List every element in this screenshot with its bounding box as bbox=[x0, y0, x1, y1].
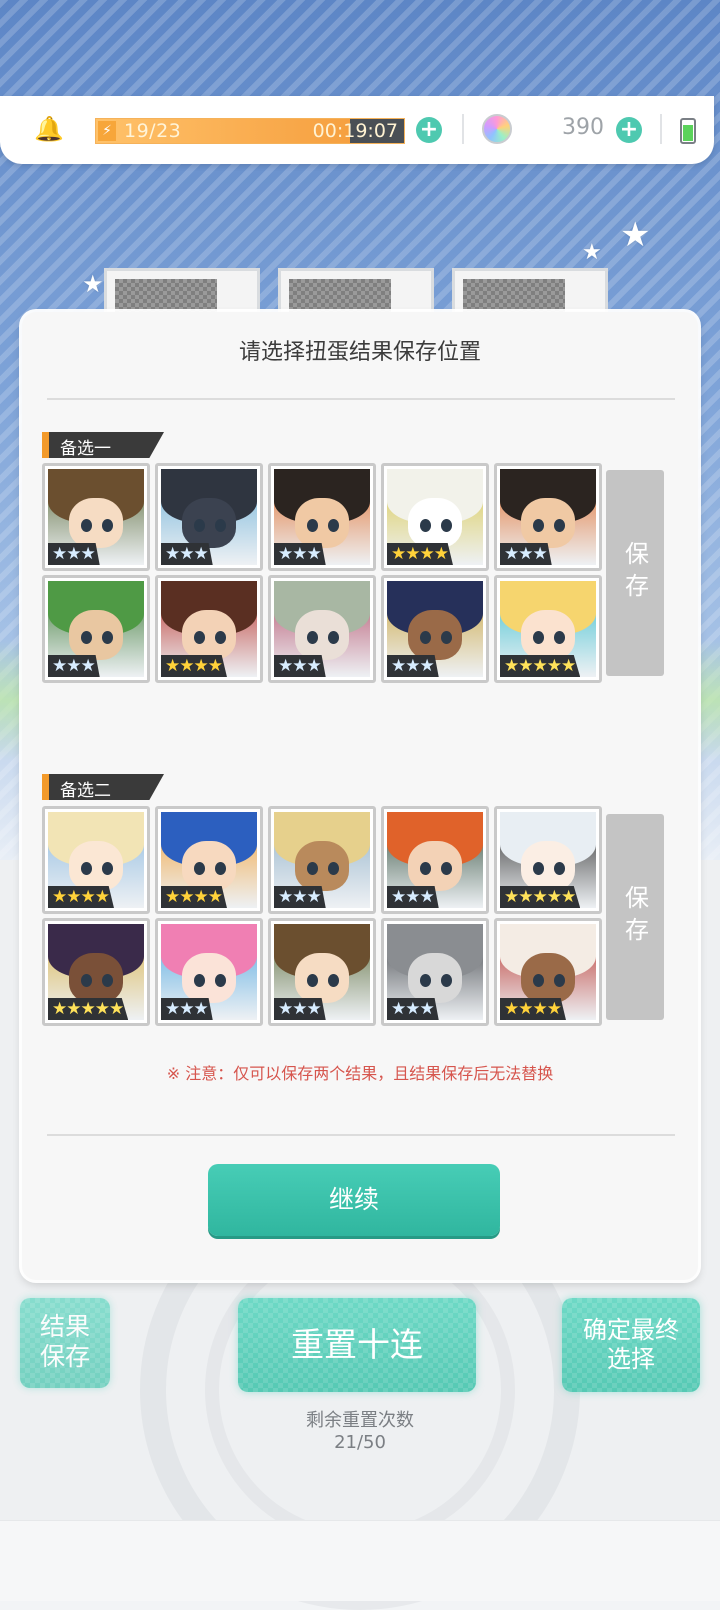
notice-text: ※ 注意：仅可以保存两个结果，且结果保存后无法替换 bbox=[166, 1064, 554, 1083]
add-stamina-button[interactable]: + bbox=[416, 117, 442, 143]
stamina-value: 19/23 bbox=[124, 120, 182, 142]
star-rating: ★★★★★ bbox=[500, 886, 581, 908]
character-card[interactable]: ★★★ bbox=[494, 463, 602, 571]
character-face bbox=[408, 952, 462, 1003]
star-rating: ★★★★ bbox=[387, 543, 453, 565]
character-face bbox=[182, 497, 236, 548]
character-face bbox=[69, 497, 123, 548]
star-rating: ★★★ bbox=[500, 543, 552, 565]
character-card[interactable]: ★★★★ bbox=[381, 463, 489, 571]
character-face bbox=[295, 952, 349, 1003]
character-face bbox=[408, 609, 462, 660]
character-card[interactable]: ★★★ bbox=[381, 918, 489, 1026]
character-card[interactable]: ★★★★ bbox=[494, 918, 602, 1026]
star-decoration: ★ bbox=[82, 270, 104, 298]
save-result-button[interactable]: 结果保存 bbox=[20, 1298, 110, 1388]
result-grid-option-two: ★★★★ ★★★★ ★★★ ★★★ ★★★★★ ★★★★★ ★★★ ★★★ ★★★ ★★★★ bbox=[42, 806, 602, 1026]
star-rating: ★★★ bbox=[274, 886, 326, 908]
star-decoration: ★ bbox=[620, 215, 651, 255]
gem-count: 390 bbox=[562, 115, 604, 140]
star-rating: ★★★ bbox=[387, 655, 439, 677]
gem-icon bbox=[482, 114, 512, 144]
character-card[interactable]: ★★★ bbox=[381, 575, 489, 683]
star-rating: ★★★★ bbox=[500, 998, 566, 1020]
stamina-bar: ⚡ 19/23 00:19:07 bbox=[95, 118, 405, 144]
character-card[interactable]: ★★★★★ bbox=[494, 806, 602, 914]
character-card[interactable]: ★★★★★ bbox=[42, 918, 150, 1026]
character-face bbox=[521, 497, 575, 548]
star-rating: ★★★ bbox=[48, 655, 100, 677]
character-face bbox=[408, 840, 462, 891]
star-decoration: ★ bbox=[582, 240, 602, 265]
save-result-label: 结果保存 bbox=[39, 1312, 90, 1371]
star-rating: ★★★ bbox=[387, 998, 439, 1020]
section-label: 备选二 bbox=[60, 781, 111, 801]
character-face bbox=[295, 497, 349, 548]
character-face bbox=[295, 840, 349, 891]
character-face bbox=[182, 952, 236, 1003]
character-card[interactable]: ★★★ bbox=[155, 463, 263, 571]
character-card[interactable]: ★★★ bbox=[268, 463, 376, 571]
bell-icon[interactable]: 🔔 bbox=[34, 116, 64, 142]
character-card[interactable]: ★★★★ bbox=[155, 806, 263, 914]
character-face bbox=[182, 609, 236, 660]
confirm-final-choice-button[interactable]: 确定最终选择 bbox=[562, 1298, 700, 1392]
result-grid-option-one: ★★★ ★★★ ★★★ ★★★★ ★★★ ★★★ ★★★★ ★★★ ★★★ ★★★★★ bbox=[42, 463, 602, 683]
star-rating: ★★★★★ bbox=[500, 655, 581, 677]
character-card[interactable]: ★★★ bbox=[268, 806, 376, 914]
character-face bbox=[521, 840, 575, 891]
character-card[interactable]: ★★★★ bbox=[155, 575, 263, 683]
character-face bbox=[521, 952, 575, 1003]
bottom-strip bbox=[0, 1520, 720, 1601]
character-face bbox=[408, 497, 462, 548]
star-rating: ★★★★ bbox=[48, 886, 114, 908]
character-card[interactable]: ★★★ bbox=[268, 918, 376, 1026]
continue-button[interactable]: 继续 bbox=[208, 1164, 500, 1236]
star-rating: ★★★★ bbox=[161, 655, 227, 677]
character-card[interactable]: ★★★ bbox=[155, 918, 263, 1026]
character-face bbox=[69, 952, 123, 1003]
character-face bbox=[69, 840, 123, 891]
divider bbox=[660, 114, 662, 144]
save-location-dialog: 请选择扭蛋结果保存位置 备选一 ★★★ ★★★ ★★★ ★★★★ ★★★ ★★★ ★★★★ ★… bbox=[22, 312, 698, 1280]
star-rating: ★★★ bbox=[161, 543, 213, 565]
character-face bbox=[69, 609, 123, 660]
character-card[interactable]: ★★★ bbox=[42, 575, 150, 683]
star-rating: ★★★ bbox=[274, 655, 326, 677]
character-card[interactable]: ★★★★ bbox=[42, 806, 150, 914]
save-option-one-button[interactable]: 保存 bbox=[606, 470, 664, 676]
character-card[interactable]: ★★★★★ bbox=[494, 575, 602, 683]
character-face bbox=[182, 840, 236, 891]
divider bbox=[47, 1134, 675, 1136]
confirm-label: 确定最终选择 bbox=[583, 1316, 679, 1373]
add-gems-button[interactable]: + bbox=[616, 117, 642, 143]
section-tag-option-two: 备选二 bbox=[42, 774, 164, 800]
remaining-resets-label: 剩余重置次数 bbox=[306, 1410, 414, 1431]
star-rating: ★★★ bbox=[48, 543, 100, 565]
star-rating: ★★★★★ bbox=[48, 998, 129, 1020]
divider bbox=[462, 114, 464, 144]
dialog-title: 请选择扭蛋结果保存位置 bbox=[238, 340, 481, 365]
star-rating: ★★★ bbox=[274, 543, 326, 565]
star-rating: ★★★ bbox=[387, 886, 439, 908]
section-label: 备选一 bbox=[60, 439, 111, 459]
character-card[interactable]: ★★★ bbox=[381, 806, 489, 914]
lightning-icon: ⚡ bbox=[98, 121, 116, 141]
remaining-resets-count: 21/50 bbox=[334, 1432, 386, 1453]
status-bar: 🔔 ⚡ 19/23 00:19:07 + 390 + bbox=[0, 96, 714, 164]
star-rating: ★★★ bbox=[274, 998, 326, 1020]
divider bbox=[47, 398, 675, 400]
battery-icon bbox=[680, 118, 696, 144]
character-card[interactable]: ★★★ bbox=[268, 575, 376, 683]
star-rating: ★★★ bbox=[161, 998, 213, 1020]
save-option-two-button[interactable]: 保存 bbox=[606, 814, 664, 1020]
section-tag-option-one: 备选一 bbox=[42, 432, 164, 458]
stamina-timer: 00:19:07 bbox=[312, 120, 398, 142]
character-face bbox=[521, 609, 575, 660]
reset-ten-pull-button[interactable]: 重置十连 bbox=[238, 1298, 476, 1392]
character-card[interactable]: ★★★ bbox=[42, 463, 150, 571]
character-face bbox=[295, 609, 349, 660]
star-rating: ★★★★ bbox=[161, 886, 227, 908]
